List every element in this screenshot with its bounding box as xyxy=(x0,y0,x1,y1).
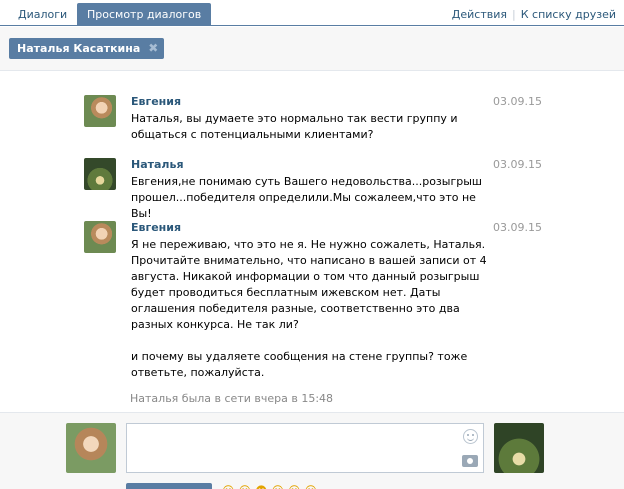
message-paragraph: и почему вы удаляете сообщения на стене … xyxy=(131,350,468,379)
message-paragraph: Я не переживаю, что это не я. Не нужно с… xyxy=(131,238,487,331)
separator: | xyxy=(512,8,516,21)
participant-name: Наталья Касаткина xyxy=(17,42,141,55)
message-author[interactable]: Евгения xyxy=(131,95,181,108)
message-item: Евгения 03.09.15 Наталья, вы думаете это… xyxy=(84,95,554,145)
close-icon[interactable]: ✖ xyxy=(148,38,158,59)
smile-icon[interactable] xyxy=(463,429,478,444)
top-links: Действия | К списку друзей xyxy=(452,3,616,26)
message-paragraph: Наталья, вы думаете это нормально так ве… xyxy=(131,112,458,141)
message-date: 03.09.15 xyxy=(493,221,542,234)
tab-dialogs[interactable]: Диалоги xyxy=(8,3,77,26)
actions-link[interactable]: Действия xyxy=(452,8,507,21)
message-text: Наталья, вы думаете это нормально так ве… xyxy=(131,111,491,143)
message-item: Наталья 03.09.15 Евгения,не понимаю суть… xyxy=(84,158,554,220)
message-author[interactable]: Евгения xyxy=(131,221,181,234)
message-item: Евгения 03.09.15 Я не переживаю, что это… xyxy=(84,221,554,381)
message-date: 03.09.15 xyxy=(493,158,542,171)
message-paragraph: Евгения,не понимаю суть Вашего недовольс… xyxy=(131,175,482,220)
my-avatar[interactable] xyxy=(66,423,116,473)
compose-area: ☺☺☻☺☺☺ xyxy=(0,412,624,489)
avatar[interactable] xyxy=(84,221,116,253)
message-input[interactable] xyxy=(126,423,484,473)
friends-list-link[interactable]: К списку друзей xyxy=(521,8,616,21)
send-button[interactable] xyxy=(126,483,212,489)
top-tab-bar: Диалоги Просмотр диалогов Действия | К спи… xyxy=(0,0,624,26)
participant-chip[interactable]: Наталья Касаткина ✖ xyxy=(9,38,165,59)
online-status: Наталья была в сети вчера в 15:48 xyxy=(130,392,334,405)
tab-view-dialogs[interactable]: Просмотр диалогов xyxy=(77,3,212,26)
avatar[interactable] xyxy=(84,95,116,127)
camera-icon[interactable] xyxy=(462,455,478,467)
peer-avatar[interactable] xyxy=(494,423,544,473)
message-date: 03.09.15 xyxy=(493,95,542,108)
message-text: Я не переживаю, что это не я. Не нужно с… xyxy=(131,237,491,381)
avatar[interactable] xyxy=(84,158,116,190)
participants-bar: Наталья Касаткина ✖ xyxy=(0,27,624,71)
smiles-row[interactable]: ☺☺☻☺☺☺ xyxy=(222,485,321,489)
message-text: Евгения,не понимаю суть Вашего недовольс… xyxy=(131,174,491,222)
message-author[interactable]: Наталья xyxy=(131,158,184,171)
